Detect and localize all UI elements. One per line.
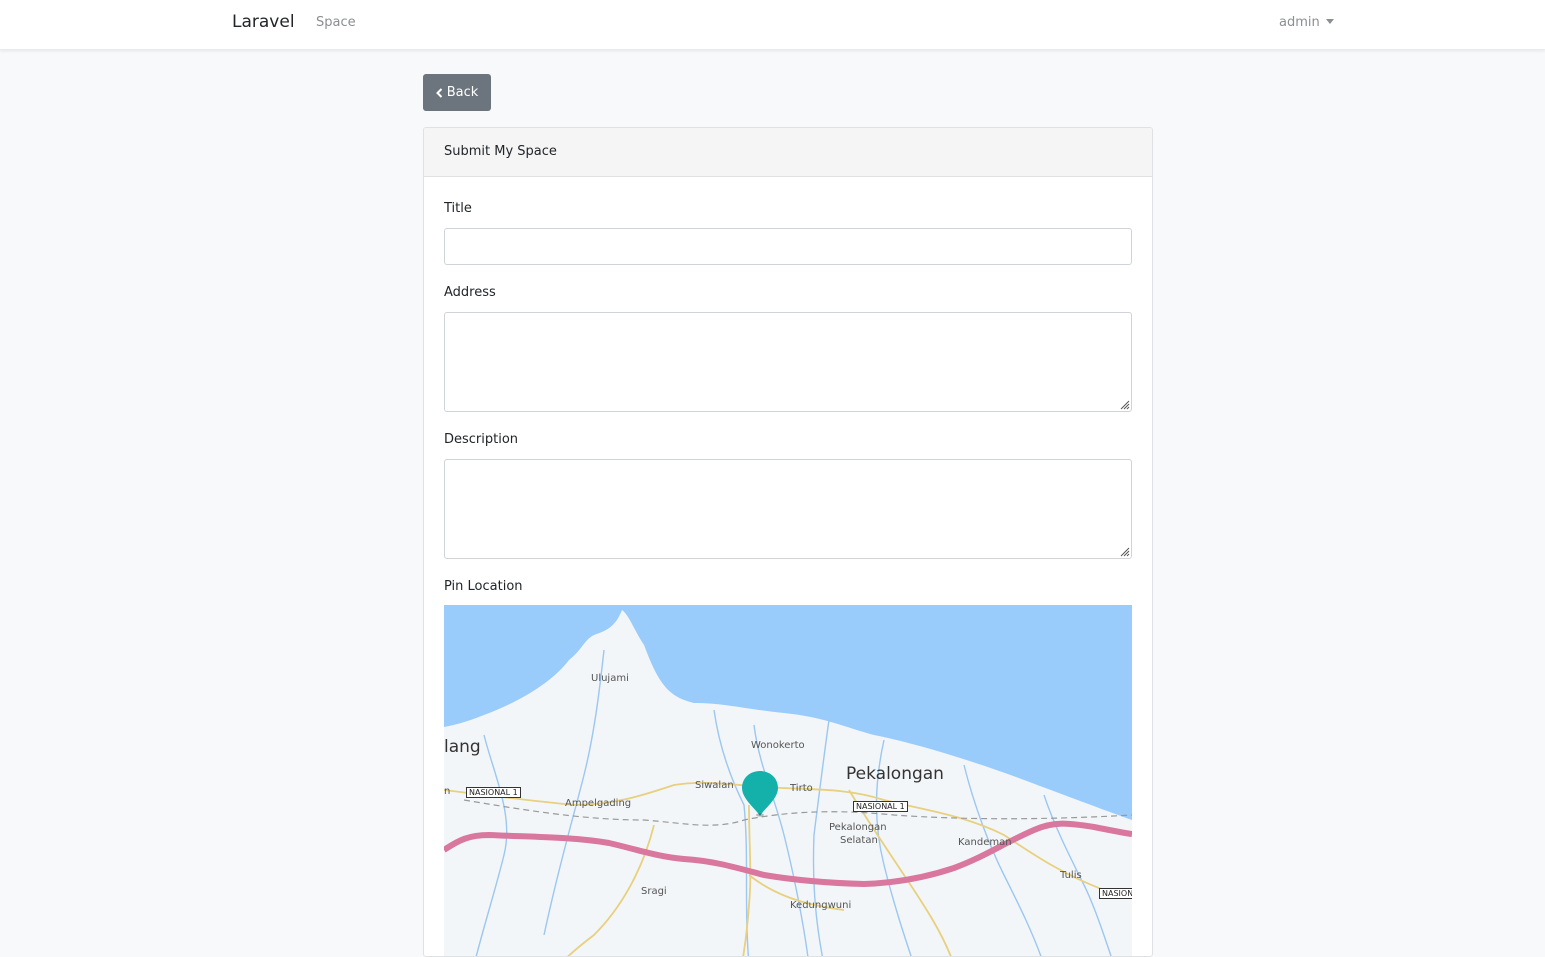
description-field-wrapper — [444, 459, 1132, 559]
resize-grip-icon[interactable] — [1118, 545, 1130, 557]
caret-down-icon — [1325, 19, 1334, 24]
road-shield-nasional-2: NASIONAL 1 — [853, 801, 908, 812]
user-name: admin — [1279, 15, 1320, 30]
map-label-pekalongan-selatan-1: Pekalongan — [829, 822, 887, 833]
map-pin-marker-icon[interactable] — [740, 769, 780, 817]
road-shield-nasional-1: NASIONAL 1 — [466, 787, 521, 798]
description-textarea[interactable] — [444, 459, 1132, 559]
map-label-pekalongan: Pekalongan — [846, 764, 944, 784]
chevron-left-icon — [435, 87, 442, 98]
submit-space-card: Submit My Space Title Address Descriptio… — [423, 127, 1153, 957]
map-label-siwalan: Siwalan — [695, 780, 734, 791]
location-map[interactable]: Ulujami Wonokerto lang Siwalan Tirto Pek… — [444, 605, 1132, 956]
map-label-ampelgading: Ampelgading — [565, 798, 632, 809]
description-label: Description — [444, 432, 519, 447]
title-label: Title — [444, 201, 472, 216]
map-label-road-edge: n — [444, 786, 451, 797]
address-field-wrapper — [444, 312, 1132, 412]
map-label-sragi: Sragi — [641, 886, 667, 897]
brand-link[interactable]: Laravel — [232, 12, 295, 32]
map-label-ulujami: Ulujami — [591, 673, 629, 684]
map-label-pemalang: lang — [444, 737, 481, 757]
top-navbar: Laravel Space admin — [0, 0, 1545, 50]
map-label-wonokerto: Wonokerto — [751, 740, 805, 751]
map-label-kedungwuni: Kedungwuni — [790, 900, 852, 911]
pin-location-label: Pin Location — [444, 579, 523, 594]
title-input[interactable] — [444, 228, 1132, 265]
user-dropdown[interactable]: admin — [1279, 15, 1334, 30]
nav-link-space[interactable]: Space — [316, 15, 356, 30]
resize-grip-icon[interactable] — [1118, 398, 1130, 410]
map-label-tulis: Tulis — [1060, 870, 1082, 881]
map-label-tirto: Tirto — [790, 783, 813, 794]
back-button-label: Back — [446, 85, 479, 100]
map-label-kandeman: Kandeman — [958, 837, 1012, 848]
card-header: Submit My Space — [424, 128, 1152, 177]
road-shield-nasional-3: NASIONAL — [1099, 888, 1132, 899]
address-textarea[interactable] — [444, 312, 1132, 412]
back-button[interactable]: Back — [423, 74, 491, 111]
map-label-pekalongan-selatan-2: Selatan — [840, 835, 878, 846]
map-tiles — [444, 605, 1132, 956]
address-label: Address — [444, 285, 496, 300]
